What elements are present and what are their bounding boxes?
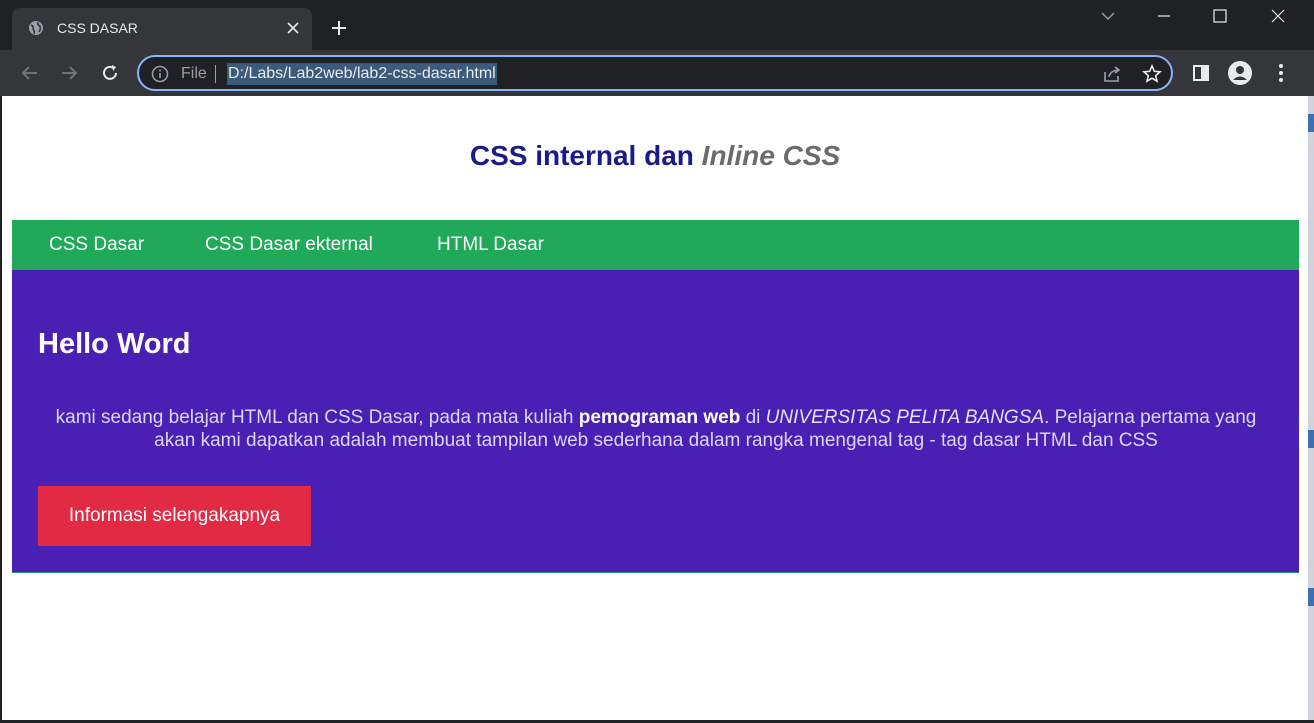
address-bar[interactable]: File D:/Labs/Lab2web/lab2-css-dasar.html: [137, 55, 1173, 91]
back-icon[interactable]: [18, 61, 42, 85]
hero-section: Hello Word kami sedang belajar HTML dan …: [12, 270, 1299, 573]
hero-heading: Hello Word: [38, 328, 191, 360]
page-viewport: CSS internal dan Inline CSS CSS Dasar CS…: [2, 96, 1308, 720]
background-window-edge: [1308, 96, 1314, 723]
close-icon[interactable]: [286, 21, 300, 35]
star-icon[interactable]: [1141, 63, 1163, 85]
maximize-icon[interactable]: [1192, 0, 1248, 32]
info-icon[interactable]: [151, 65, 169, 83]
globe-icon: [28, 20, 44, 36]
scheme-label: File: [181, 65, 207, 82]
url-text[interactable]: D:/Labs/Lab2web/lab2-css-dasar.html: [227, 63, 497, 85]
browser-toolbar: File D:/Labs/Lab2web/lab2-css-dasar.html: [0, 50, 1314, 96]
close-window-icon[interactable]: [1250, 0, 1306, 32]
nav-item-css-dasar-ekternal[interactable]: CSS Dasar ekternal: [205, 234, 373, 256]
more-vert-icon[interactable]: [1269, 61, 1293, 85]
browser-tab[interactable]: CSS DASAR: [12, 8, 312, 50]
hero-italic-text: UNIVERSITAS PELITA BANGSA: [765, 407, 1045, 428]
minimize-icon[interactable]: [1136, 0, 1192, 32]
tab-strip: CSS DASAR: [0, 0, 1314, 50]
tab-title: CSS DASAR: [57, 20, 138, 36]
hero-bold-text: pemograman web: [578, 407, 741, 428]
nav-item-html-dasar[interactable]: HTML Dasar: [437, 234, 544, 256]
reload-icon[interactable]: [98, 61, 122, 85]
forward-icon[interactable]: [57, 61, 81, 85]
share-icon[interactable]: [1101, 63, 1123, 85]
profile-icon[interactable]: [1228, 61, 1252, 85]
page-title-italic: Inline CSS: [701, 140, 841, 171]
nav-bar: CSS Dasar CSS Dasar ekternal HTML Dasar: [12, 220, 1299, 270]
hero-paragraph: kami sedang belajar HTML dan CSS Dasar, …: [55, 407, 1257, 451]
address-divider: [215, 65, 216, 83]
side-panel-icon[interactable]: [1189, 61, 1213, 85]
more-info-button[interactable]: Informasi selengakapnya: [38, 486, 311, 546]
page-title: CSS internal dan Inline CSS: [469, 140, 841, 171]
chevron-down-icon[interactable]: [1080, 0, 1136, 32]
plus-icon[interactable]: [328, 17, 350, 39]
nav-item-css-dasar[interactable]: CSS Dasar: [49, 234, 144, 256]
